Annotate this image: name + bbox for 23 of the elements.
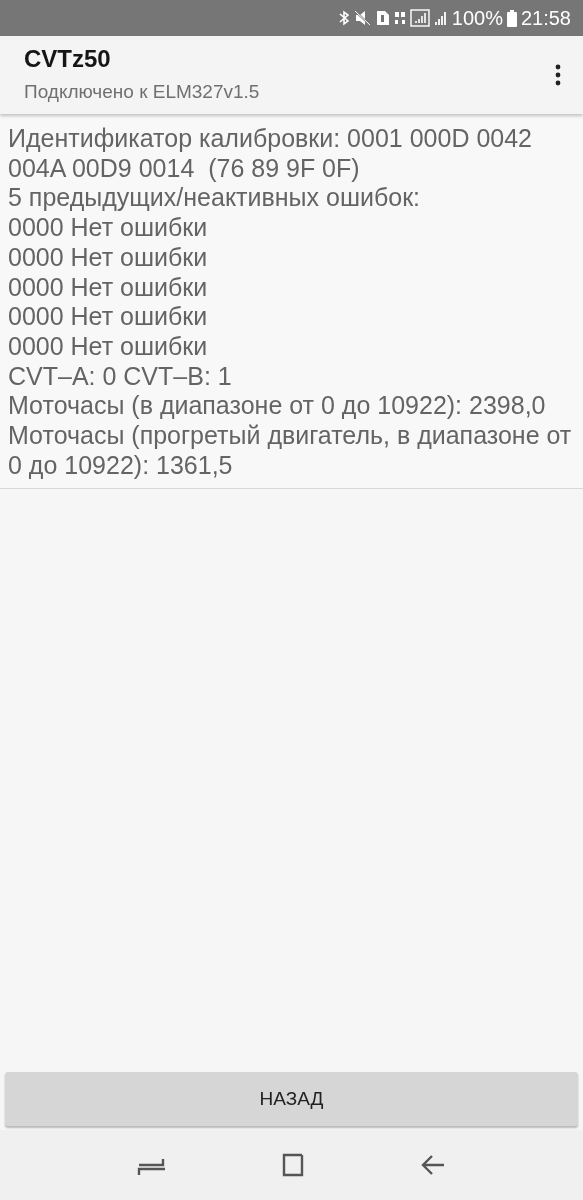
report-line: 5 предыдущих/неактивных ошибок: bbox=[8, 183, 422, 214]
clock: 21:58 bbox=[520, 6, 571, 30]
mute-icon bbox=[353, 10, 372, 26]
report-line: 0000 Нет ошибки bbox=[8, 302, 209, 332]
mobile-data-icon bbox=[393, 10, 406, 26]
app-title: CVTz50 bbox=[24, 44, 112, 74]
sim-card-icon bbox=[375, 10, 390, 26]
connection-status: Подключено к ELM327v1.5 bbox=[24, 80, 261, 104]
report-line: CVT–A: 0 CVT–B: 1 bbox=[8, 361, 233, 392]
report-line: Моточасы (прогретый двигатель, в диапазоне от 0 до 10922): 1361,5 bbox=[8, 421, 573, 481]
battery-icon bbox=[506, 9, 517, 27]
more-options-icon[interactable] bbox=[555, 64, 561, 86]
report-line: 0000 Нет ошибки bbox=[8, 213, 209, 243]
report-line: 0000 Нет ошибки bbox=[8, 272, 209, 303]
battery-percent: 100% bbox=[451, 6, 503, 30]
report-line: 0000 Нет ошибки bbox=[8, 331, 209, 362]
report-line: 0000 Нет ошибки bbox=[8, 242, 209, 273]
signal-icon bbox=[409, 9, 430, 27]
signal-icon bbox=[433, 10, 448, 26]
back-button[interactable]: НАЗАД bbox=[5, 1072, 578, 1126]
report-line: Моточасы (в диапазоне от 0 до 10922): 2398,0 bbox=[8, 391, 547, 422]
bluetooth-icon bbox=[337, 10, 350, 26]
report-line: Идентификатор калибровки: 0001 000D 0042 004A 00D9 0014 (76 89 9F 0F) bbox=[8, 124, 533, 184]
